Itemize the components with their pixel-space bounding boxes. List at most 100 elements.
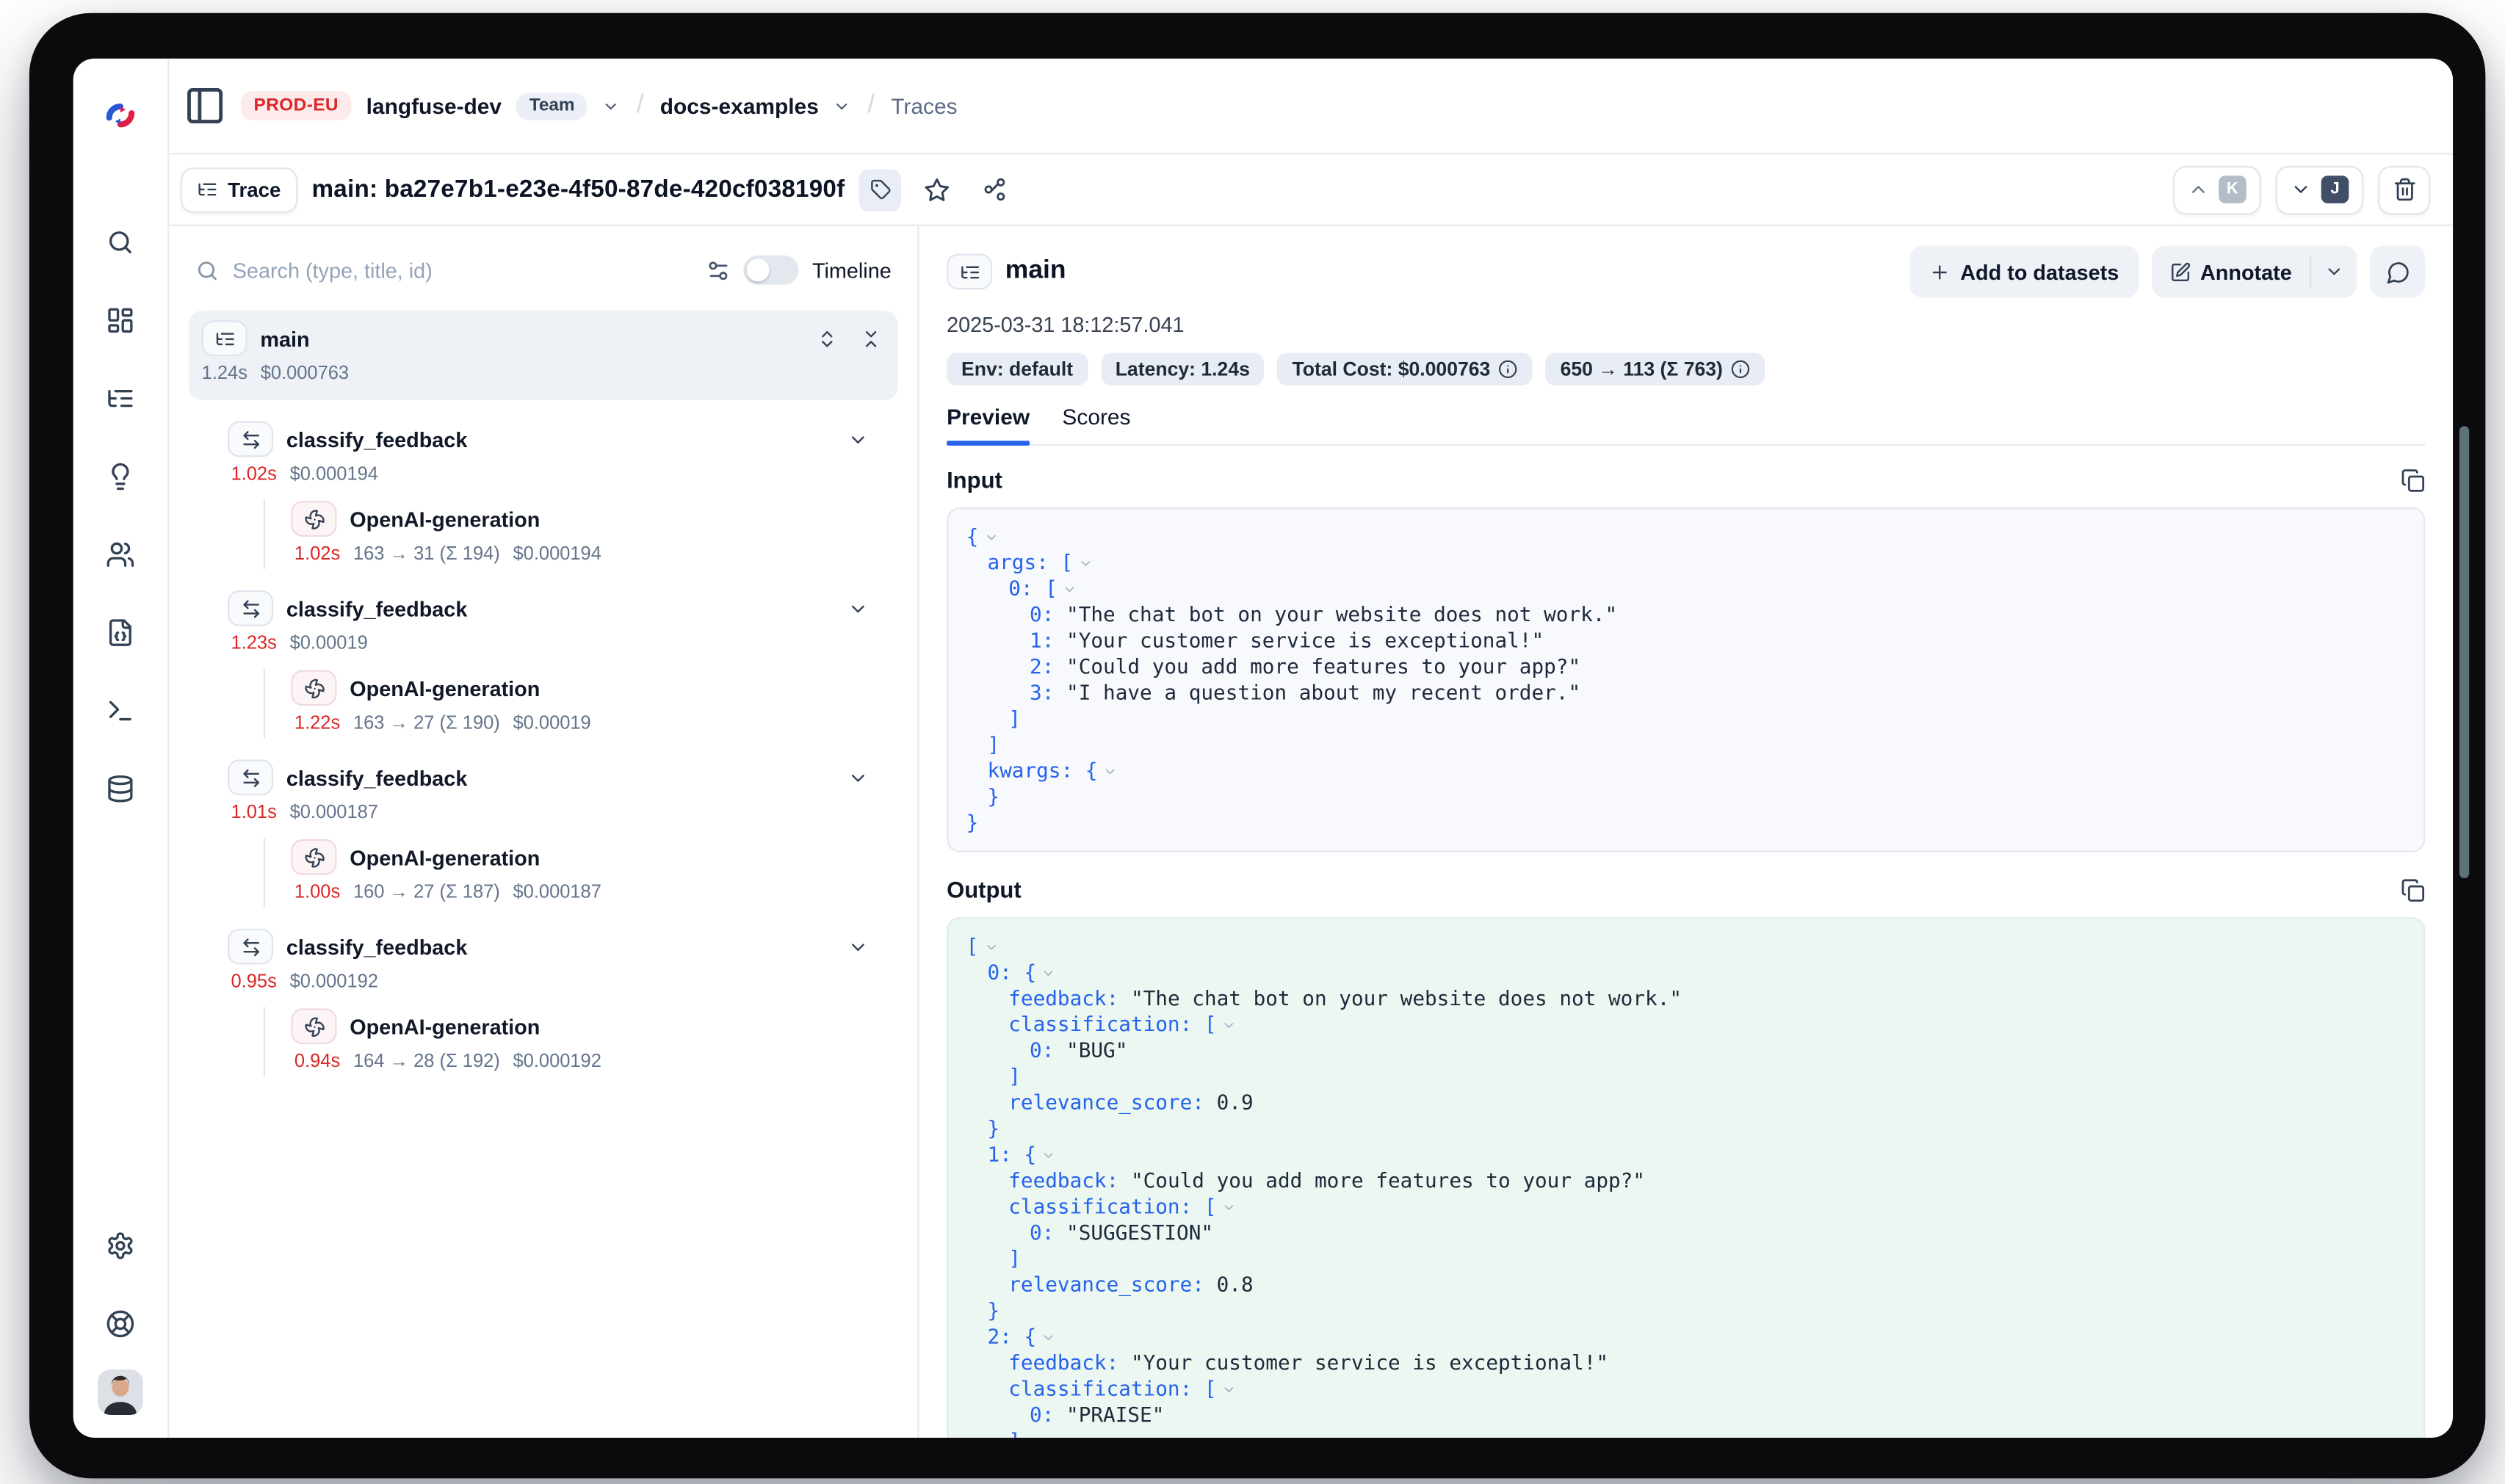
copy-icon [2401,468,2425,492]
tree-span-item[interactable]: classify_feedback1.01s$0.000187OpenAI-ge… [189,751,898,920]
next-trace-button[interactable]: J [2276,165,2364,214]
json-key: relevance_score: [1008,1272,1216,1296]
collapse-chevron-icon[interactable] [1221,1201,1236,1215]
json-line: kwargs: { [966,758,2406,783]
tab-preview[interactable]: Preview [947,405,1030,444]
input-json-block[interactable]: {args: [0: [0: "The chat bot on your web… [947,507,2425,853]
generation-icon [303,508,325,529]
collapse-chevron-icon[interactable] [983,940,998,955]
input-copy-button[interactable] [2401,468,2425,492]
node-cost: $0.000763 [261,364,349,384]
collapse-all-button[interactable] [861,327,882,349]
output-copy-button[interactable] [2401,877,2425,902]
collapse-chevron-icon[interactable] [983,530,998,545]
breadcrumb-org[interactable]: langfuse-dev [366,93,502,117]
sidebar-item-search[interactable] [93,214,148,268]
badge-text: Total Cost: $0.000763 [1292,358,1490,380]
tree-generation-item[interactable]: OpenAI-generation0.94s164 → 28 (Σ 192)$0… [264,1007,892,1076]
annotate-dropdown-button[interactable] [2311,245,2357,297]
collapse-chevron-icon[interactable] [1041,966,1056,981]
collapse-chevron-icon[interactable] [1041,1148,1056,1163]
sidebar-item-settings-gear[interactable] [93,1218,148,1272]
prev-trace-button[interactable]: K [2173,165,2261,214]
collapse-span-button[interactable] [847,936,869,958]
json-line: 1: { [966,1142,2406,1168]
collapse-span-button[interactable] [847,598,869,619]
user-avatar[interactable] [98,1369,143,1415]
collapse-chevron-icon[interactable] [1078,556,1093,571]
share-button[interactable] [973,168,1016,211]
breadcrumb-separator: / [635,91,646,120]
tree-generation-item[interactable]: OpenAI-generation1.02s163 → 31 (Σ 194)$0… [264,499,892,569]
tree-span-item[interactable]: classify_feedback1.02s$0.000194OpenAI-ge… [189,413,898,582]
comment-bubble-icon [2385,259,2410,283]
sidebar-item-terminal[interactable] [93,683,148,736]
org-type-badge: Team [516,92,588,120]
breadcrumb-project[interactable]: docs-examples [660,93,819,117]
json-value: "Could you add more features to your app… [1066,654,1580,678]
tree-span-item[interactable]: classify_feedback1.23s$0.00019OpenAI-gen… [189,582,898,751]
node-duration: 0.95s [231,973,277,993]
collapse-chevron-icon[interactable] [1221,1018,1236,1033]
json-value: "Your customer service is exceptional!" [1131,1350,1608,1374]
sidebar-item-dashboard[interactable] [93,293,148,347]
breadcrumb-page[interactable]: Traces [891,93,957,117]
langfuse-logo-icon[interactable] [103,98,139,134]
sidebar-item-database[interactable] [93,761,148,815]
collapse-chevron-icon[interactable] [1102,764,1117,779]
trace-metadata-badge: 650 → 113 (Σ 763) [1546,353,1765,386]
json-key: relevance_score: [1008,1090,1216,1114]
json-line: } [966,810,2406,836]
tree-node-name: OpenAI-generation [350,507,540,531]
json-key: } [987,784,1000,808]
trace-timestamp: 2025-03-31 18:12:57.041 [947,312,2425,336]
list-tree-icon [959,261,980,282]
expand-all-button[interactable] [817,327,838,349]
node-duration: 1.23s [231,634,277,654]
collapse-chevron-icon[interactable] [1221,1383,1236,1397]
tree-search-input[interactable] [233,258,694,282]
json-line: 0: "SUGGESTION" [966,1220,2406,1245]
collapse-chevron-icon[interactable] [1041,1331,1056,1345]
breadcrumb-separator: / [866,91,876,120]
node-duration: 1.24s [202,364,247,384]
tree-node-metrics: 0.95s$0.000192 [228,968,892,997]
tree-root-row[interactable]: main1.24s$0.000763 [189,311,898,400]
annotate-button[interactable]: Annotate [2152,245,2310,297]
collapse-chevron-icon[interactable] [1063,582,1077,597]
tree-generation-item[interactable]: OpenAI-generation1.00s160 → 27 (Σ 187)$0… [264,838,892,908]
output-json-block[interactable]: [0: {feedback: "The chat bot on your web… [947,917,2425,1438]
filter-sliders-icon[interactable] [706,258,731,282]
add-to-datasets-button[interactable]: Add to datasets [1910,245,2139,297]
chevron-down-icon[interactable] [602,97,620,115]
node-cost: $0.000194 [513,545,601,565]
sidebar-item-list-tree[interactable] [93,371,148,424]
chevron-down-icon[interactable] [834,97,851,115]
sidebar-item-life-buoy[interactable] [93,1296,148,1350]
tree-span-item[interactable]: classify_feedback0.95s$0.000192OpenAI-ge… [189,921,898,1090]
sidebar-item-file-json[interactable] [93,605,148,659]
tree-node-metrics: 1.22s163 → 27 (Σ 190)$0.00019 [291,709,891,739]
bookmark-star-button[interactable] [917,168,959,211]
scrollbar-thumb[interactable] [2459,426,2469,878]
panel-left-toggle-icon[interactable] [184,84,226,127]
tree-generation-item[interactable]: OpenAI-generation1.22s163 → 27 (Σ 190)$0… [264,668,892,738]
node-cost: $0.000194 [290,465,378,485]
json-key: 0: [1030,602,1066,626]
collapse-span-button[interactable] [847,429,869,450]
json-key: 0: [1030,1402,1066,1426]
trace-tree-panel: Timeline main1.24s$0.000763classify_feed… [169,226,919,1438]
shortcut-key-badge: K [2219,175,2246,203]
shortcut-key-badge: J [2321,175,2349,203]
collapse-span-button[interactable] [847,767,869,788]
comment-button[interactable] [2370,245,2425,297]
sidebar-item-users[interactable] [93,527,148,581]
json-line: ] [966,1064,2406,1090]
sidebar-item-lightbulb[interactable] [93,449,148,502]
timeline-toggle[interactable] [744,256,799,285]
delete-trace-button[interactable] [2378,165,2430,214]
json-key: feedback: [1008,1350,1131,1374]
tag-button[interactable] [859,168,902,211]
tab-scores[interactable]: Scores [1062,405,1130,444]
json-key: ] [1008,1064,1021,1088]
